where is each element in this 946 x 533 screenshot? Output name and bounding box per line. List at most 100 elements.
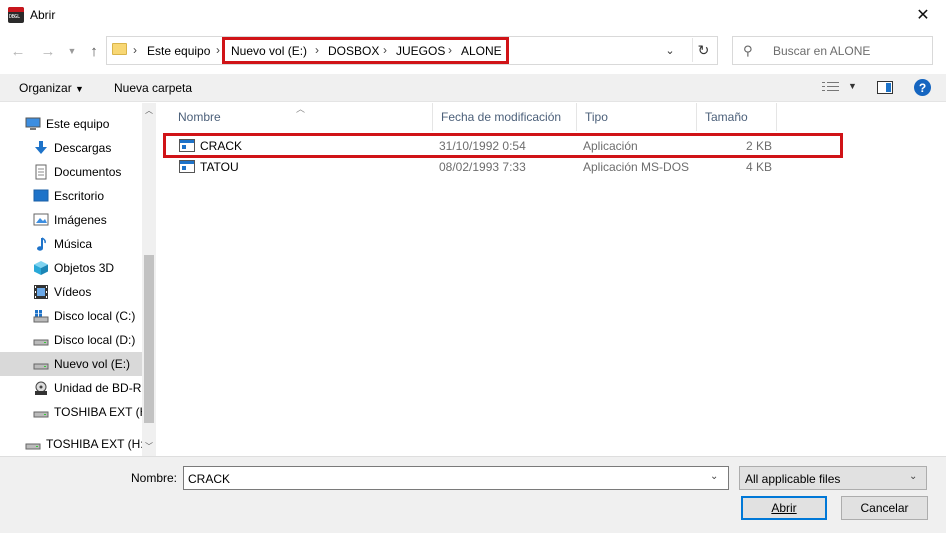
drive-icon — [25, 443, 41, 450]
drive-c-icon — [33, 310, 49, 323]
sidebar-item-label: Este equipo — [46, 117, 110, 131]
breadcrumb-item[interactable]: Nuevo vol (E:) — [231, 44, 307, 58]
drive-icon — [33, 339, 49, 346]
filetype-select[interactable]: All applicable files — [739, 466, 927, 490]
chevron-down-icon: ▼ — [75, 84, 84, 94]
file-type: Aplicación MS-DOS — [583, 160, 690, 174]
chevron-right-icon[interactable]: › — [216, 43, 220, 57]
chevron-right-icon[interactable]: › — [315, 43, 319, 57]
videos-icon — [34, 285, 48, 299]
table-row[interactable]: CRACK 31/10/1992 0:54 Aplicación 2 KB — [163, 136, 773, 156]
computer-icon — [25, 117, 41, 130]
drive-icon — [33, 411, 49, 418]
sidebar-item-descargas[interactable]: Descargas — [0, 136, 142, 160]
sidebar-item-label: Nuevo vol (E:) — [54, 357, 131, 371]
address-bar[interactable]: › Este equipo › Nuevo vol (E:) › DOSBOX … — [106, 36, 718, 65]
drive-icon — [33, 363, 49, 370]
bottom-panel: Nombre: CRACK ⌄ All applicable files ⌄ A… — [0, 456, 946, 533]
window-title: Abrir — [30, 8, 56, 22]
scrollbar-thumb[interactable] — [144, 255, 154, 423]
folder-icon — [112, 43, 127, 55]
chevron-right-icon: › — [133, 43, 137, 57]
scroll-down-arrow-icon[interactable]: ﹀ — [142, 441, 156, 453]
open-button[interactable]: Abrir — [741, 496, 827, 520]
up-arrow-icon[interactable]: ↑ — [84, 40, 104, 62]
view-options-chevron-icon[interactable]: ▼ — [848, 81, 857, 91]
download-icon — [35, 141, 47, 154]
bd-drive-icon — [35, 381, 47, 395]
sidebar-item-toshiba-ext[interactable]: TOSHIBA EXT (H:) — [0, 400, 142, 424]
sidebar-item-label: Imágenes — [54, 213, 107, 227]
sidebar-item-escritorio[interactable]: Escritorio — [0, 184, 142, 208]
column-header-modified[interactable]: Fecha de modificación — [433, 103, 577, 131]
sidebar-item-nuevo-vol-e[interactable]: Nuevo vol (E:) — [0, 352, 142, 376]
sidebar-item-label: Disco local (D:) — [54, 333, 136, 347]
close-icon[interactable]: ✕ — [908, 2, 938, 28]
breadcrumb-item[interactable]: JUEGOS — [396, 44, 445, 58]
sidebar-item-label: Música — [54, 237, 93, 251]
file-size: 4 KB — [746, 160, 773, 174]
table-row[interactable]: TATOU 08/02/1993 7:33 Aplicación MS-DOS … — [163, 157, 773, 177]
pictures-icon — [33, 213, 49, 226]
column-header-name[interactable]: Nombre — [170, 103, 433, 131]
sidebar-item-musica[interactable]: Música — [0, 232, 142, 256]
sidebar-scrollbar[interactable]: ︿ ﹀ — [142, 103, 156, 456]
view-details-icon[interactable] — [822, 81, 840, 95]
back-arrow-icon[interactable]: ← — [8, 40, 28, 62]
command-toolbar: Organizar ▼ Nueva carpeta ▼ ? — [0, 74, 946, 102]
sidebar-item-videos[interactable]: Vídeos — [0, 280, 142, 304]
forward-arrow-icon[interactable]: → — [38, 40, 58, 62]
sidebar-item-label: Objetos 3D — [54, 261, 115, 275]
scroll-up-arrow-icon[interactable]: ︿ — [142, 105, 156, 117]
navigation-pane: Este equipo Descargas Documentos Escrito… — [0, 103, 156, 456]
open-button-label: Abrir — [771, 501, 797, 515]
sidebar-item-unidad-bd-re[interactable]: Unidad de BD-RE — [0, 376, 142, 400]
breadcrumb-item[interactable]: DOSBOX — [328, 44, 379, 58]
refresh-icon[interactable]: ↻ — [692, 38, 714, 62]
sidebar-item-label: Disco local (C:) — [54, 309, 136, 323]
filename-input[interactable]: CRACK — [183, 466, 729, 490]
filename-label: Nombre: — [131, 471, 178, 485]
sidebar-item-label: Descargas — [54, 141, 112, 155]
column-header-size[interactable]: Tamaño — [697, 103, 777, 131]
cancel-button[interactable]: Cancelar — [841, 496, 928, 520]
application-icon — [179, 160, 195, 173]
chevron-down-icon[interactable]: ⌄ — [710, 471, 718, 482]
application-icon — [179, 139, 195, 152]
organize-button[interactable]: Organizar ▼ — [19, 81, 84, 95]
sidebar-item-label: TOSHIBA EXT (H:) — [54, 405, 142, 419]
search-placeholder: Buscar en ALONE — [773, 44, 871, 58]
documents-icon — [35, 164, 47, 180]
file-name: TATOU — [200, 160, 239, 174]
title-bar: DBGL Abrir ✕ — [0, 0, 946, 31]
organize-label: Organizar — [19, 81, 72, 95]
sidebar-item-disco-c[interactable]: Disco local (C:) — [0, 304, 142, 328]
file-list: ︿ Nombre Fecha de modificación Tipo Tama… — [157, 103, 946, 456]
app-icon-text: DBGL — [9, 14, 20, 20]
sidebar-item-documentos[interactable]: Documentos — [0, 160, 142, 184]
search-icon: ⚲ — [743, 43, 753, 58]
sidebar-item-disco-d[interactable]: Disco local (D:) — [0, 328, 142, 352]
music-icon — [37, 237, 46, 251]
sidebar-item-imagenes[interactable]: Imágenes — [0, 208, 142, 232]
help-icon[interactable]: ? — [914, 79, 931, 96]
recent-locations-chevron-icon[interactable]: ▼ — [62, 40, 82, 62]
new-folder-button[interactable]: Nueva carpeta — [114, 81, 192, 95]
search-input[interactable]: ⚲ Buscar en ALONE — [732, 36, 933, 65]
sidebar-item-objetos-3d[interactable]: Objetos 3D — [0, 256, 142, 280]
chevron-right-icon[interactable]: › — [383, 43, 387, 57]
file-modified: 31/10/1992 0:54 — [439, 139, 526, 153]
chevron-right-icon[interactable]: › — [448, 43, 452, 57]
file-size: 2 KB — [746, 139, 773, 153]
chevron-down-icon[interactable]: ⌄ — [660, 38, 680, 62]
sidebar-item-label: Unidad de BD-RE — [54, 381, 142, 395]
sidebar-item-este-equipo[interactable]: Este equipo — [0, 112, 142, 136]
objects-3d-icon — [34, 261, 48, 275]
breadcrumb-item[interactable]: Este equipo — [147, 44, 210, 58]
sidebar-item-label: TOSHIBA EXT (H:) — [46, 437, 142, 451]
column-header-type[interactable]: Tipo — [577, 103, 697, 131]
sidebar-item-toshiba-ext-root[interactable]: TOSHIBA EXT (H:) — [0, 432, 142, 456]
chevron-down-icon[interactable]: ⌄ — [909, 471, 917, 482]
preview-pane-icon[interactable] — [877, 81, 893, 94]
breadcrumb-item[interactable]: ALONE — [461, 44, 502, 58]
